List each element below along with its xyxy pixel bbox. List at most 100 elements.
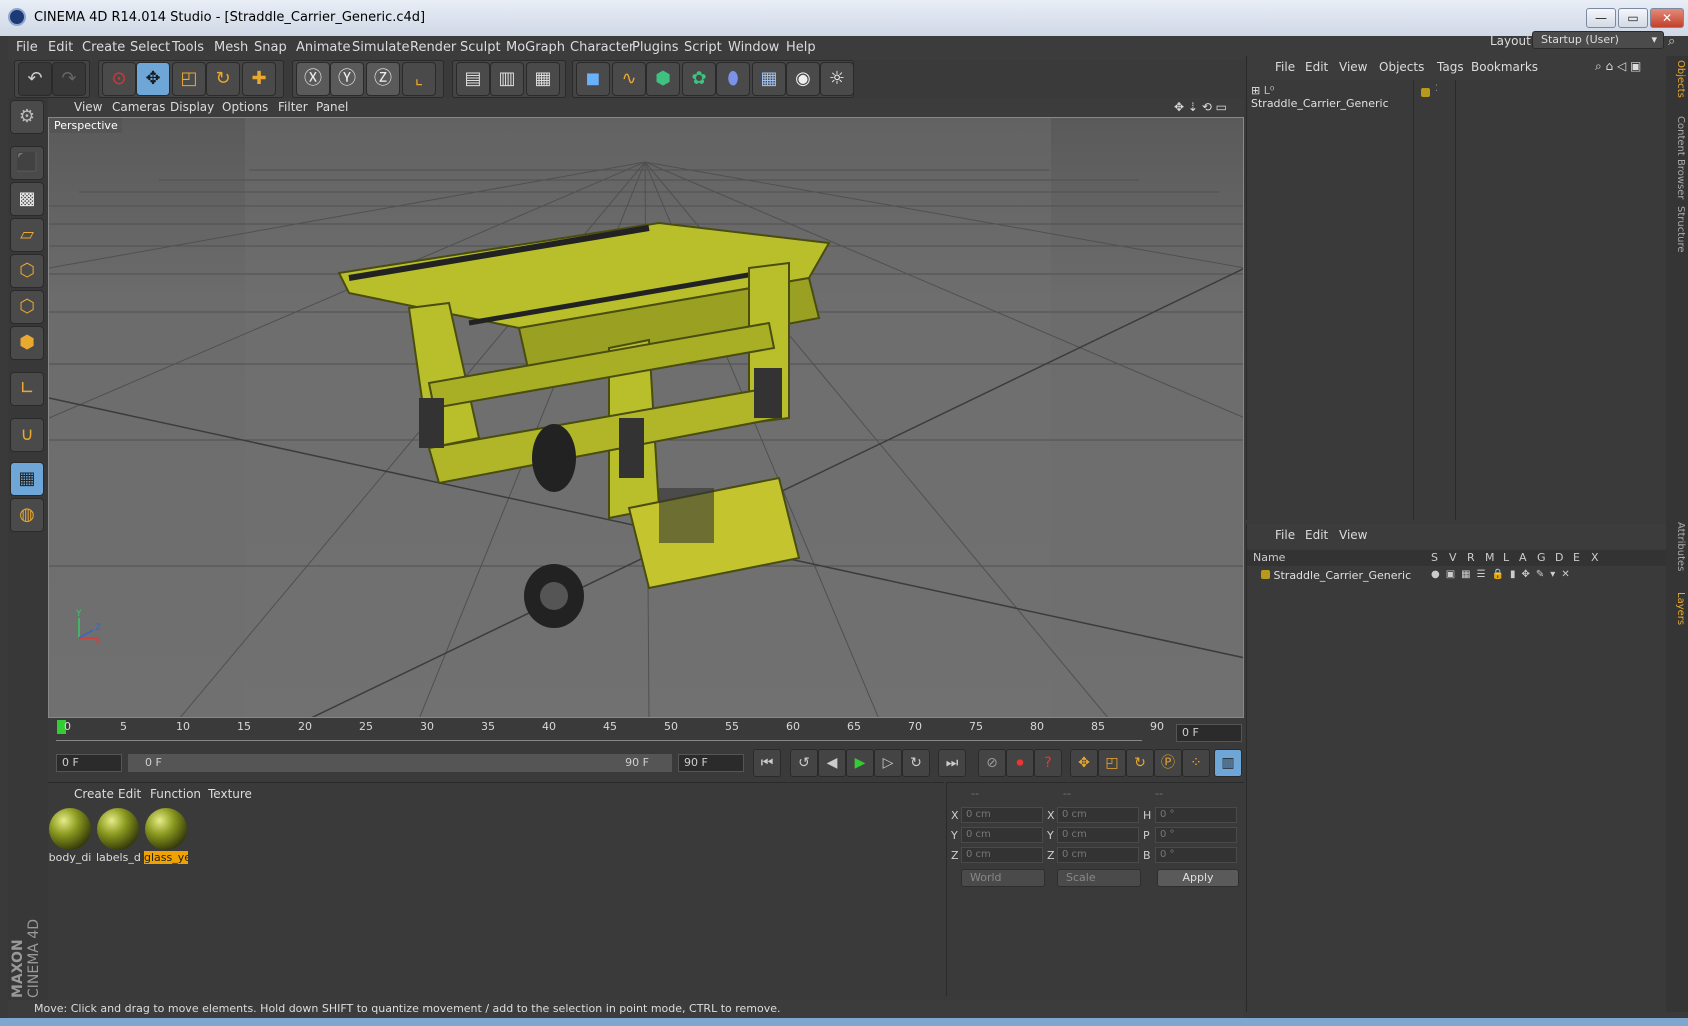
layers-menu-edit[interactable]: Edit xyxy=(1305,528,1328,542)
snap-magnet-icon[interactable]: ∪ xyxy=(10,418,44,452)
workplane-icon[interactable]: ▱ xyxy=(10,218,44,252)
objects-menu-edit[interactable]: Edit xyxy=(1305,60,1328,74)
col-deformers[interactable]: D xyxy=(1555,551,1563,564)
live-selection-icon[interactable]: ⊙ xyxy=(102,62,136,96)
size-y-field[interactable]: 0 cm xyxy=(1057,827,1139,843)
maximize-button[interactable]: ▭ xyxy=(1618,8,1648,28)
material-menu-create[interactable]: Create xyxy=(74,787,114,801)
light-icon[interactable]: ☼ xyxy=(820,62,854,96)
viewport-menu-filter[interactable]: Filter xyxy=(278,100,308,114)
edges-mode-icon[interactable]: ⬡ xyxy=(10,290,44,324)
minimize-button[interactable]: — xyxy=(1586,8,1616,28)
viewport-menu-view[interactable]: View xyxy=(74,100,102,114)
tab-structure[interactable]: Structure xyxy=(1668,206,1686,253)
size-x-field[interactable]: 0 cm xyxy=(1057,807,1139,823)
rotation-b-field[interactable]: 0 ° xyxy=(1155,847,1237,863)
close-button[interactable]: ✕ xyxy=(1650,8,1684,28)
col-generators[interactable]: G xyxy=(1537,551,1546,564)
layer-toggle-icons[interactable]: ●▣▦☰🔒▮✥✎▾✕ xyxy=(1431,569,1576,580)
record-active-icon[interactable]: ⏺ xyxy=(1006,749,1034,777)
tab-objects[interactable]: Objects xyxy=(1668,60,1686,98)
col-name[interactable]: Name xyxy=(1253,551,1285,564)
expand-icon[interactable]: ⊞ xyxy=(1251,84,1260,97)
layer-color-tag[interactable] xyxy=(1421,88,1430,97)
render-settings-icon[interactable]: ▦ xyxy=(526,62,560,96)
menu-help[interactable]: Help xyxy=(786,40,816,55)
layout-select[interactable]: Startup (User) ▾ xyxy=(1532,31,1664,49)
col-animation[interactable]: A xyxy=(1519,551,1527,564)
menu-character[interactable]: Character xyxy=(570,40,634,55)
menu-mograph[interactable]: MoGraph xyxy=(506,40,565,55)
undo-icon[interactable]: ↶ xyxy=(18,62,52,96)
next-key-icon[interactable]: ↻ xyxy=(902,749,930,777)
move-tool-icon[interactable]: ✥ xyxy=(136,62,170,96)
autokey-icon[interactable]: ? xyxy=(1034,749,1062,777)
objects-search-icon[interactable]: ⌕ ⌂ ◁ ▣ xyxy=(1595,59,1641,74)
x-axis-lock-icon[interactable]: Ⓧ xyxy=(296,62,330,96)
motion-record-icon[interactable]: ⊘ xyxy=(978,749,1006,777)
spline-icon[interactable]: ∿ xyxy=(612,62,646,96)
viewport-menu-display[interactable]: Display xyxy=(170,100,214,114)
frame-range-slider[interactable]: 0 F 90 F xyxy=(128,754,672,772)
objects-menu-bookmarks[interactable]: Bookmarks xyxy=(1471,60,1538,74)
previous-frame-icon[interactable]: ◀ xyxy=(818,749,846,777)
menu-animate[interactable]: Animate xyxy=(296,40,350,55)
apply-button[interactable]: Apply xyxy=(1157,869,1239,887)
3d-viewport[interactable]: Y Z X xyxy=(48,117,1244,718)
col-xrefs[interactable]: X xyxy=(1591,551,1599,564)
position-x-field[interactable]: 0 cm xyxy=(961,807,1043,823)
camera-icon[interactable]: ◉ xyxy=(786,62,820,96)
layers-menu-file[interactable]: File xyxy=(1275,528,1295,542)
model-mode-icon[interactable]: ⬛ xyxy=(10,146,44,180)
y-axis-lock-icon[interactable]: Ⓨ xyxy=(330,62,364,96)
render-picture-viewer-icon[interactable]: ▥ xyxy=(490,62,524,96)
menu-window[interactable]: Window xyxy=(728,40,779,55)
visibility-dots[interactable]: ⁚ xyxy=(1435,84,1438,94)
go-to-start-icon[interactable]: ⏮ xyxy=(753,749,781,777)
menu-select[interactable]: Select xyxy=(130,40,170,55)
viewport-navigate-icons[interactable]: ✥ ⇣ ⟲ ▭ xyxy=(1174,100,1227,114)
menu-tools[interactable]: Tools xyxy=(172,40,204,55)
viewport-menu-panel[interactable]: Panel xyxy=(316,100,348,114)
objects-menu-file[interactable]: File xyxy=(1275,60,1295,74)
end-frame-field[interactable]: 90 F xyxy=(678,754,744,772)
material-menu-edit[interactable]: Edit xyxy=(118,787,141,801)
col-render[interactable]: R xyxy=(1467,551,1475,564)
size-z-field[interactable]: 0 cm xyxy=(1057,847,1139,863)
position-z-field[interactable]: 0 cm xyxy=(961,847,1043,863)
current-frame-field[interactable]: 0 F xyxy=(1176,724,1242,742)
nurbs-icon[interactable]: ⬢ xyxy=(646,62,680,96)
objects-menu-tags[interactable]: Tags xyxy=(1437,60,1464,74)
points-mode-icon[interactable]: ⬡ xyxy=(10,254,44,288)
polygons-mode-icon[interactable]: ⬢ xyxy=(10,326,44,360)
menu-file[interactable]: File xyxy=(16,40,38,55)
axis-mode-icon[interactable]: ∟ xyxy=(10,372,44,406)
tab-content-browser[interactable]: Content Browser xyxy=(1668,116,1686,199)
material-menu-function[interactable]: Function xyxy=(150,787,201,801)
soft-selection-icon[interactable]: ◍ xyxy=(10,498,44,532)
viewport-menu-options[interactable]: Options xyxy=(222,100,268,114)
tab-attributes[interactable]: Attributes xyxy=(1668,522,1686,571)
viewport-menu-cameras[interactable]: Cameras xyxy=(112,100,165,114)
key-scale-icon[interactable]: ◰ xyxy=(1098,749,1126,777)
z-axis-lock-icon[interactable]: Ⓩ xyxy=(366,62,400,96)
go-to-end-icon[interactable]: ⏭ xyxy=(938,749,966,777)
menu-simulate[interactable]: Simulate xyxy=(352,40,409,55)
deformer-icon[interactable]: ⬮ xyxy=(716,62,750,96)
key-parameter-icon[interactable]: Ⓟ xyxy=(1154,749,1182,777)
objects-menu-view[interactable]: View xyxy=(1339,60,1367,74)
col-solo[interactable]: S xyxy=(1431,551,1438,564)
key-position-icon[interactable]: ✥ xyxy=(1070,749,1098,777)
key-pla-icon[interactable]: ⁘ xyxy=(1182,749,1210,777)
layer-row[interactable]: Straddle_Carrier_Generic xyxy=(1261,569,1411,582)
object-row[interactable]: ⊞ L⁰ Straddle_Carrier_Generic xyxy=(1251,84,1411,110)
redo-icon[interactable]: ↷ xyxy=(52,62,86,96)
tab-layers[interactable]: Layers xyxy=(1668,592,1686,625)
workplane-lock-icon[interactable]: ▦ xyxy=(10,462,44,496)
layer-color-swatch[interactable] xyxy=(1261,570,1270,579)
timeline-layout-icon[interactable]: ▥ xyxy=(1214,749,1242,777)
rotation-h-field[interactable]: 0 ° xyxy=(1155,807,1237,823)
col-locked[interactable]: L xyxy=(1503,551,1509,564)
col-manager[interactable]: M xyxy=(1485,551,1495,564)
coordinate-system-icon[interactable]: ⌞ xyxy=(402,62,436,96)
